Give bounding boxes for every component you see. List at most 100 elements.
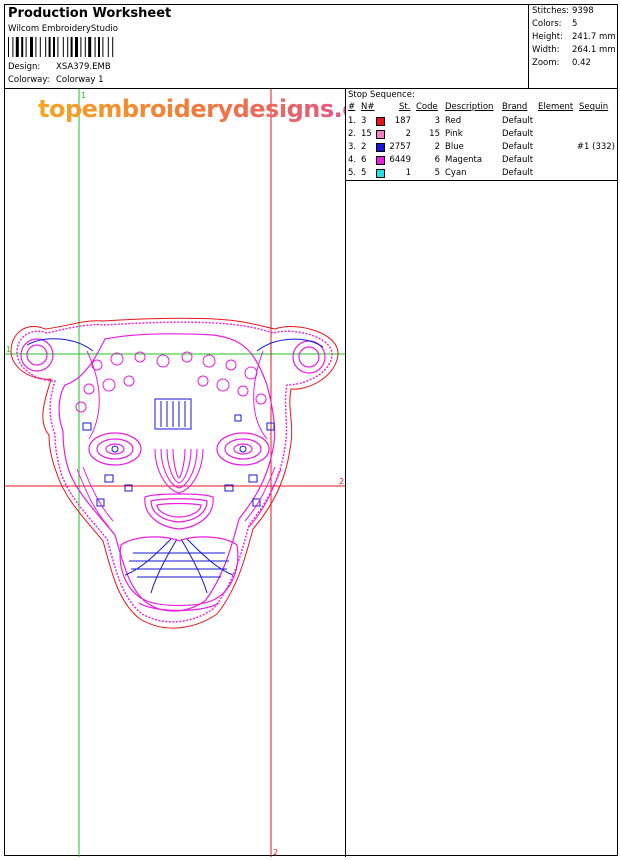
col-header-brand: Brand [502,102,528,112]
guide-label-h1: 1 [6,345,11,354]
outline-shape [10,317,339,629]
col-header-number: # [348,102,356,112]
col-header-sequin: Sequin [579,102,609,112]
barcode-bar [48,37,51,57]
barcode-bar [75,37,78,57]
col-header-element: Element [538,102,574,112]
left-eye [88,432,142,466]
left-pupil [111,445,119,453]
barcode-bar [45,37,47,57]
leopard-head-artwork [10,317,339,629]
stop-sequence-title: Stop Sequence: [348,90,415,100]
design-line: Design: XSA379.EMB [8,62,111,72]
barcode-bar [30,37,33,57]
stat-label: Zoom: [532,58,560,68]
row-number: 5. [348,168,357,178]
worksheet-header: Production Worksheet Wilcom EmbroiderySt… [5,5,617,89]
color-swatch [376,169,385,178]
design-value: XSA379.EMB [56,62,111,72]
row-brand: Default [502,116,534,126]
row-stitches: 6449 [389,155,411,165]
color-swatch [376,130,385,139]
barcode-bar [12,37,14,57]
barcode-bar [57,37,59,57]
row-description: Magenta [445,155,483,165]
row-code: 15 [429,129,440,139]
stat-label: Colors: [532,19,562,29]
stats-panel: Stitches: 9398 Colors: 5 Height: 241.7 mm W… [528,5,617,89]
watermark-text: topembroiderydesigns.com [38,95,345,123]
design-label: Design: [8,62,41,72]
stat-height: Height: 241.7 mm [532,32,616,42]
barcode-bar [80,37,82,57]
row-brand: Default [502,142,534,152]
colorway-value: Colorway 1 [56,75,104,85]
table-row: 5. 5 1 5 Cyan Default [346,168,617,181]
barcode-bar [25,37,27,57]
forehead-spots [75,351,267,413]
color-swatch [376,156,385,165]
row-description: Blue [445,142,464,152]
barcode-bar [21,37,24,57]
color-swatch [376,117,385,126]
barcode-bar [84,37,86,57]
barcode-bar [53,37,55,57]
right-pupil [239,445,247,453]
row-description: Cyan [445,168,467,178]
cheek-swirls [76,350,282,528]
row-code: 6 [434,155,440,165]
col-header-code: Code [416,102,438,112]
table-row: 2. 15 2 15 Pink Default [346,129,617,142]
stop-sequence-table: Stop Sequence: # N# St. Code Description… [346,89,617,181]
right-ear-blue [256,338,324,352]
barcode-bar [107,37,109,57]
row-sequin: #1 (332) [576,142,615,152]
row-stitches: 187 [394,116,411,126]
barcode-bar [98,37,100,57]
stat-value: 264.1 mm [572,45,616,55]
row-needle: 6 [361,155,367,165]
right-ear-inner [298,346,320,368]
colorway-label: Colorway: [8,75,50,85]
muzzle-stripes [124,538,234,594]
barcode-bar [62,37,64,57]
barcode-bar [67,37,69,57]
barcode-bar [70,37,73,57]
stat-width: Width: 264.1 mm [532,45,616,55]
row-brand: Default [502,168,534,178]
table-row: 3. 2 2757 2 Blue Default #1 (332) [346,142,617,155]
row-description: Pink [445,129,463,139]
barcode-bar [102,37,104,57]
worksheet: Production Worksheet Wilcom EmbroiderySt… [4,4,618,857]
right-eye [216,432,270,466]
stat-value: 0.42 [572,58,591,68]
left-ear-inner [26,344,48,366]
table-row: 1. 3 187 3 Red Default [346,116,617,129]
embroidery-design: 1 1 2 2 [5,89,345,857]
row-needle: 2 [361,142,367,152]
nose [144,493,214,530]
guide-label-v2: 2 [273,848,278,857]
color-swatch [376,143,385,152]
barcode-bar [112,37,114,57]
stat-label: Stitches: [532,6,570,16]
barcode-bar [88,37,92,57]
barcode-bar [8,37,9,57]
barcode-bar [94,37,96,57]
barcode-bar [39,37,41,57]
row-stitches: 2 [405,129,411,139]
barcode-icon [8,37,114,57]
row-needle: 3 [361,116,367,126]
forehead-stripes [160,401,186,427]
row-code: 2 [434,142,440,152]
stat-value: 9398 [572,6,594,16]
design-preview: 1 1 2 2 [5,89,346,857]
stat-label: Width: [532,45,560,55]
row-brand: Default [502,155,534,165]
left-ear [20,338,54,372]
col-header-needle: N# [361,102,375,112]
row-brand: Default [502,129,534,139]
col-header-stitches: St. [399,102,411,112]
colorway-line: Colorway: Colorway 1 [8,75,104,85]
stat-colors: Colors: 5 [532,19,577,29]
